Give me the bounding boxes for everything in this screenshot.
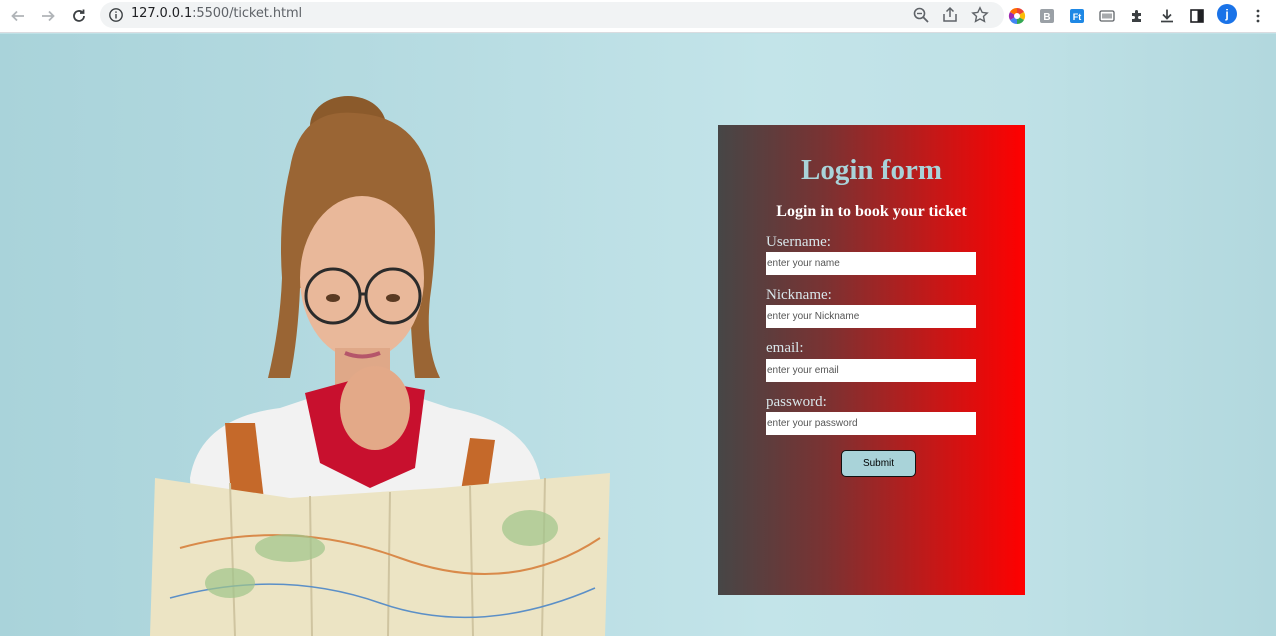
share-icon[interactable] — [941, 6, 959, 24]
b-extension-icon: B — [1040, 9, 1054, 23]
downloads-button[interactable] — [1156, 5, 1178, 27]
arrow-left-icon — [11, 10, 24, 22]
form-title: Login form — [801, 154, 942, 186]
side-panel-button[interactable] — [1186, 5, 1208, 27]
ft-extension-icon: Ft — [1070, 9, 1084, 23]
page-background: Login form Login in to book your ticket … — [0, 34, 1276, 636]
url-path: :5500/ticket.html — [192, 6, 303, 21]
svg-text:Ft: Ft — [1073, 12, 1082, 22]
address-bar[interactable]: 127.0.0.1:5500/ticket.html — [100, 2, 1004, 28]
reload-button[interactable] — [67, 4, 91, 28]
extensions-button[interactable] — [1126, 5, 1148, 27]
avatar-letter: j — [1225, 7, 1229, 21]
browser-toolbar: 127.0.0.1:5500/ticket.html B Ft j — [0, 0, 1276, 33]
url-host: 127.0.0.1 — [131, 6, 193, 21]
ft-extension-button[interactable]: Ft — [1066, 5, 1088, 27]
nickname-label: Nickname: — [766, 287, 832, 303]
password-label: password: — [766, 394, 827, 410]
info-icon[interactable] — [108, 7, 124, 23]
reload-icon — [73, 9, 85, 22]
back-button[interactable] — [6, 4, 30, 28]
svg-text:B: B — [1043, 12, 1050, 23]
forward-button[interactable] — [36, 4, 60, 28]
download-icon — [1161, 9, 1173, 23]
browser-menu-button[interactable] — [1247, 5, 1269, 27]
arrow-right-icon — [42, 10, 55, 22]
star-icon[interactable] — [971, 6, 989, 24]
form-subtitle: Login in to book your ticket — [776, 203, 967, 220]
username-label: Username: — [766, 234, 831, 250]
b-extension-button[interactable]: B — [1036, 5, 1058, 27]
email-input[interactable] — [766, 359, 976, 382]
color-wheel-extension-icon — [1008, 7, 1026, 25]
username-input[interactable] — [766, 252, 976, 275]
kebab-menu-icon — [1256, 9, 1260, 23]
login-form-card: Login form Login in to book your ticket … — [718, 125, 1025, 595]
side-panel-icon — [1190, 9, 1204, 23]
woman-with-map-photo — [150, 96, 610, 636]
barcode-extension-icon — [1099, 10, 1115, 22]
zoom-icon[interactable] — [912, 6, 930, 24]
nickname-input[interactable] — [766, 305, 976, 328]
color-wheel-extension-button[interactable] — [1006, 5, 1028, 27]
email-label: email: — [766, 340, 804, 356]
puzzle-icon — [1132, 10, 1141, 22]
url-text: 127.0.0.1:5500/ticket.html — [131, 6, 302, 21]
barcode-extension-button[interactable] — [1096, 5, 1118, 27]
submit-button[interactable]: Submit — [841, 450, 916, 477]
profile-avatar[interactable]: j — [1217, 4, 1237, 24]
password-input[interactable] — [766, 412, 976, 435]
